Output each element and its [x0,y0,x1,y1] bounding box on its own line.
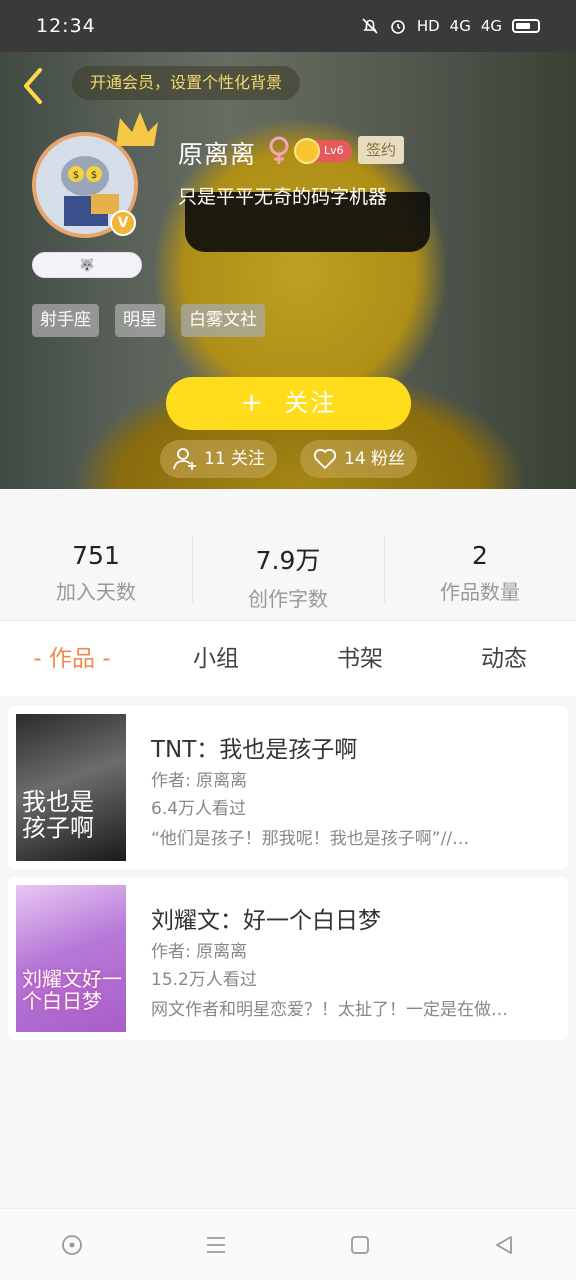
tab-works[interactable]: - 作品 - [0,621,144,696]
alarm-icon [391,20,405,34]
follow-button[interactable]: + 关注 [166,377,411,430]
status-bar: 12:34 HD 4G 4G [0,0,576,52]
book-description: “他们是孩子！那我呢！我也是孩子啊”//… [151,829,470,849]
fans-count-button[interactable]: 14 粉丝 [300,440,418,478]
female-gender-icon [269,136,289,164]
tag-star[interactable]: 明星 [115,304,165,337]
book-author: 作者: 原离离 [151,771,248,791]
stat-value: 7.9万 [255,546,321,575]
stat-works-count: 2 作品数量 [384,489,576,619]
cover-title: 我也是孩子啊 [22,788,94,842]
book-cover[interactable]: 我也是孩子啊 [16,714,126,861]
book-views: 6.4万人看过 [151,799,247,819]
cover-title: 刘耀文好一个白日梦 [22,967,122,1013]
tab-bookshelf[interactable]: 书架 [288,621,432,696]
profile-tags: 射手座 明星 白雾文社 [32,304,265,337]
book-title[interactable]: 刘耀文：好一个白日梦 [151,901,381,935]
level-badge: Lv6 [294,138,352,164]
user-bio: 只是平平无奇的码字机器 [178,186,388,208]
profile-tabs: - 作品 - 小组 书架 动态 [0,620,576,696]
follow-label: 关注 [284,389,337,417]
svg-text:$: $ [91,170,97,181]
book-views: 15.2万人看过 [151,970,257,990]
list-item[interactable]: 我也是孩子啊 TNT：我也是孩子啊 作者: 原离离 6.4万人看过 “他们是孩子… [8,706,568,869]
status-icons: HD 4G 4G [361,17,540,35]
profile-stats: 751 加入天数 7.9万 创作字数 2 作品数量 [0,489,576,619]
menu-icon[interactable] [204,1233,228,1257]
home-square-icon[interactable] [348,1233,372,1257]
book-cover[interactable]: 刘耀文好一个白日梦 [16,885,126,1032]
heart-icon [313,448,337,470]
plus-icon: + [240,388,265,418]
signal-4g-icon: 4G [449,17,471,35]
stat-value: 751 [72,541,120,570]
assistant-circle-icon[interactable] [60,1233,84,1257]
crown-icon [116,112,158,146]
tab-groups[interactable]: 小组 [144,621,288,696]
book-description: 网文作者和明星恋爱？！太扯了！一定是在做… [151,1000,508,1020]
stat-word-count: 7.9万 创作字数 [192,489,384,619]
stat-join-days: 751 加入天数 [0,489,192,619]
battery-icon [512,19,540,33]
mute-bell-icon [362,18,378,34]
works-list: 我也是孩子啊 TNT：我也是孩子啊 作者: 原离离 6.4万人看过 “他们是孩子… [8,706,568,1048]
signed-author-badge: 签约 [358,136,405,164]
status-time: 12:34 [36,15,96,37]
back-triangle-icon[interactable] [492,1233,516,1257]
tab-activity[interactable]: 动态 [432,621,576,696]
back-arrow-icon[interactable] [18,64,48,108]
level-coin-icon [294,138,320,164]
avatar-pendant-decoration: 🐺 [32,252,142,278]
fans-count: 14 粉丝 [344,449,406,469]
stat-label: 作品数量 [440,580,520,604]
tag-zodiac[interactable]: 射手座 [32,304,99,337]
vip-background-tip[interactable]: 开通会员，设置个性化背景 [72,66,301,100]
stat-value: 2 [472,541,488,570]
svg-text:$: $ [73,170,79,181]
following-count: 11 关注 [204,449,266,469]
book-title[interactable]: TNT：我也是孩子啊 [151,730,357,764]
list-item[interactable]: 刘耀文好一个白日梦 刘耀文：好一个白日梦 作者: 原离离 15.2万人看过 网文… [8,877,568,1040]
stat-label: 加入天数 [56,580,136,604]
book-author: 作者: 原离离 [151,942,248,962]
tag-club[interactable]: 白雾文社 [181,304,265,337]
user-add-icon [173,448,196,470]
stat-label: 创作字数 [248,587,328,611]
user-name: 原离离 [178,140,257,169]
verified-badge: V [110,210,136,236]
following-count-button[interactable]: 11 关注 [160,440,278,478]
system-navigation-bar [0,1208,576,1280]
signal-4g-icon-2: 4G [480,17,502,35]
hd-indicator: HD [416,17,440,35]
